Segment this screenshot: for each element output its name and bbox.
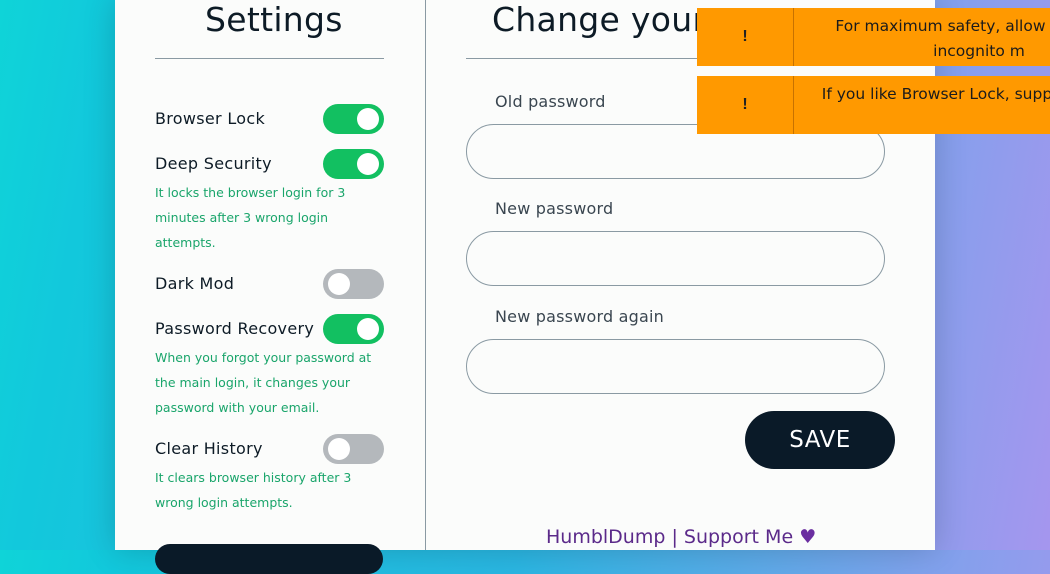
- settings-column: Settings Browser Lock Deep Security It l…: [115, 0, 426, 574]
- clear-history-description: It clears browser history after 3 wrong …: [155, 470, 352, 510]
- incognito-toast[interactable]: ! For maximum safety, allow B work in in…: [697, 8, 1050, 66]
- new-password-again-input[interactable]: [466, 339, 885, 394]
- warning-icon: !: [697, 8, 794, 66]
- old-password-label: Old password: [495, 92, 606, 111]
- new-password-input[interactable]: [466, 231, 885, 286]
- toast-message: For maximum safety, allow B work in inco…: [835, 17, 1050, 60]
- save-button[interactable]: SAVE: [745, 411, 895, 469]
- password-recovery-toggle[interactable]: [323, 314, 384, 344]
- toggle-knob: [328, 438, 350, 460]
- toast-message: If you like Browser Lock, supp patreon ♥: [821, 85, 1050, 103]
- deep-security-label: Deep Security: [155, 154, 272, 173]
- deep-security-toggle[interactable]: [323, 149, 384, 179]
- browser-lock-label: Browser Lock: [155, 109, 266, 128]
- browser-lock-toggle[interactable]: [323, 104, 384, 134]
- dark-mod-toggle[interactable]: [323, 269, 384, 299]
- clear-history-toggle[interactable]: [323, 434, 384, 464]
- dark-mod-label: Dark Mod: [155, 274, 235, 293]
- toggle-knob: [328, 273, 350, 295]
- password-recovery-label: Password Recovery: [155, 319, 315, 338]
- password-recovery-description: When you forgot your password at the mai…: [155, 350, 372, 415]
- settings-title: Settings: [205, 0, 343, 39]
- change-password-title: Change your: [492, 0, 707, 39]
- settings-divider: [155, 58, 384, 59]
- patreon-toast[interactable]: ! If you like Browser Lock, supp patreon…: [697, 76, 1050, 134]
- clear-history-label: Clear History: [155, 439, 263, 458]
- new-password-label: New password: [495, 199, 614, 218]
- toggle-knob: [357, 153, 379, 175]
- footer-text: HumblDump | Support Me: [546, 526, 794, 548]
- warning-icon: !: [697, 76, 794, 134]
- new-password-again-label: New password again: [495, 307, 664, 326]
- bottom-action-button[interactable]: [155, 544, 383, 574]
- deep-security-description: It locks the browser login for 3 minutes…: [155, 185, 346, 250]
- toggle-knob: [357, 318, 379, 340]
- footer-support-link[interactable]: HumblDump | Support Me ♥: [546, 526, 816, 548]
- heart-icon: ♥: [799, 526, 817, 548]
- toggle-knob: [357, 108, 379, 130]
